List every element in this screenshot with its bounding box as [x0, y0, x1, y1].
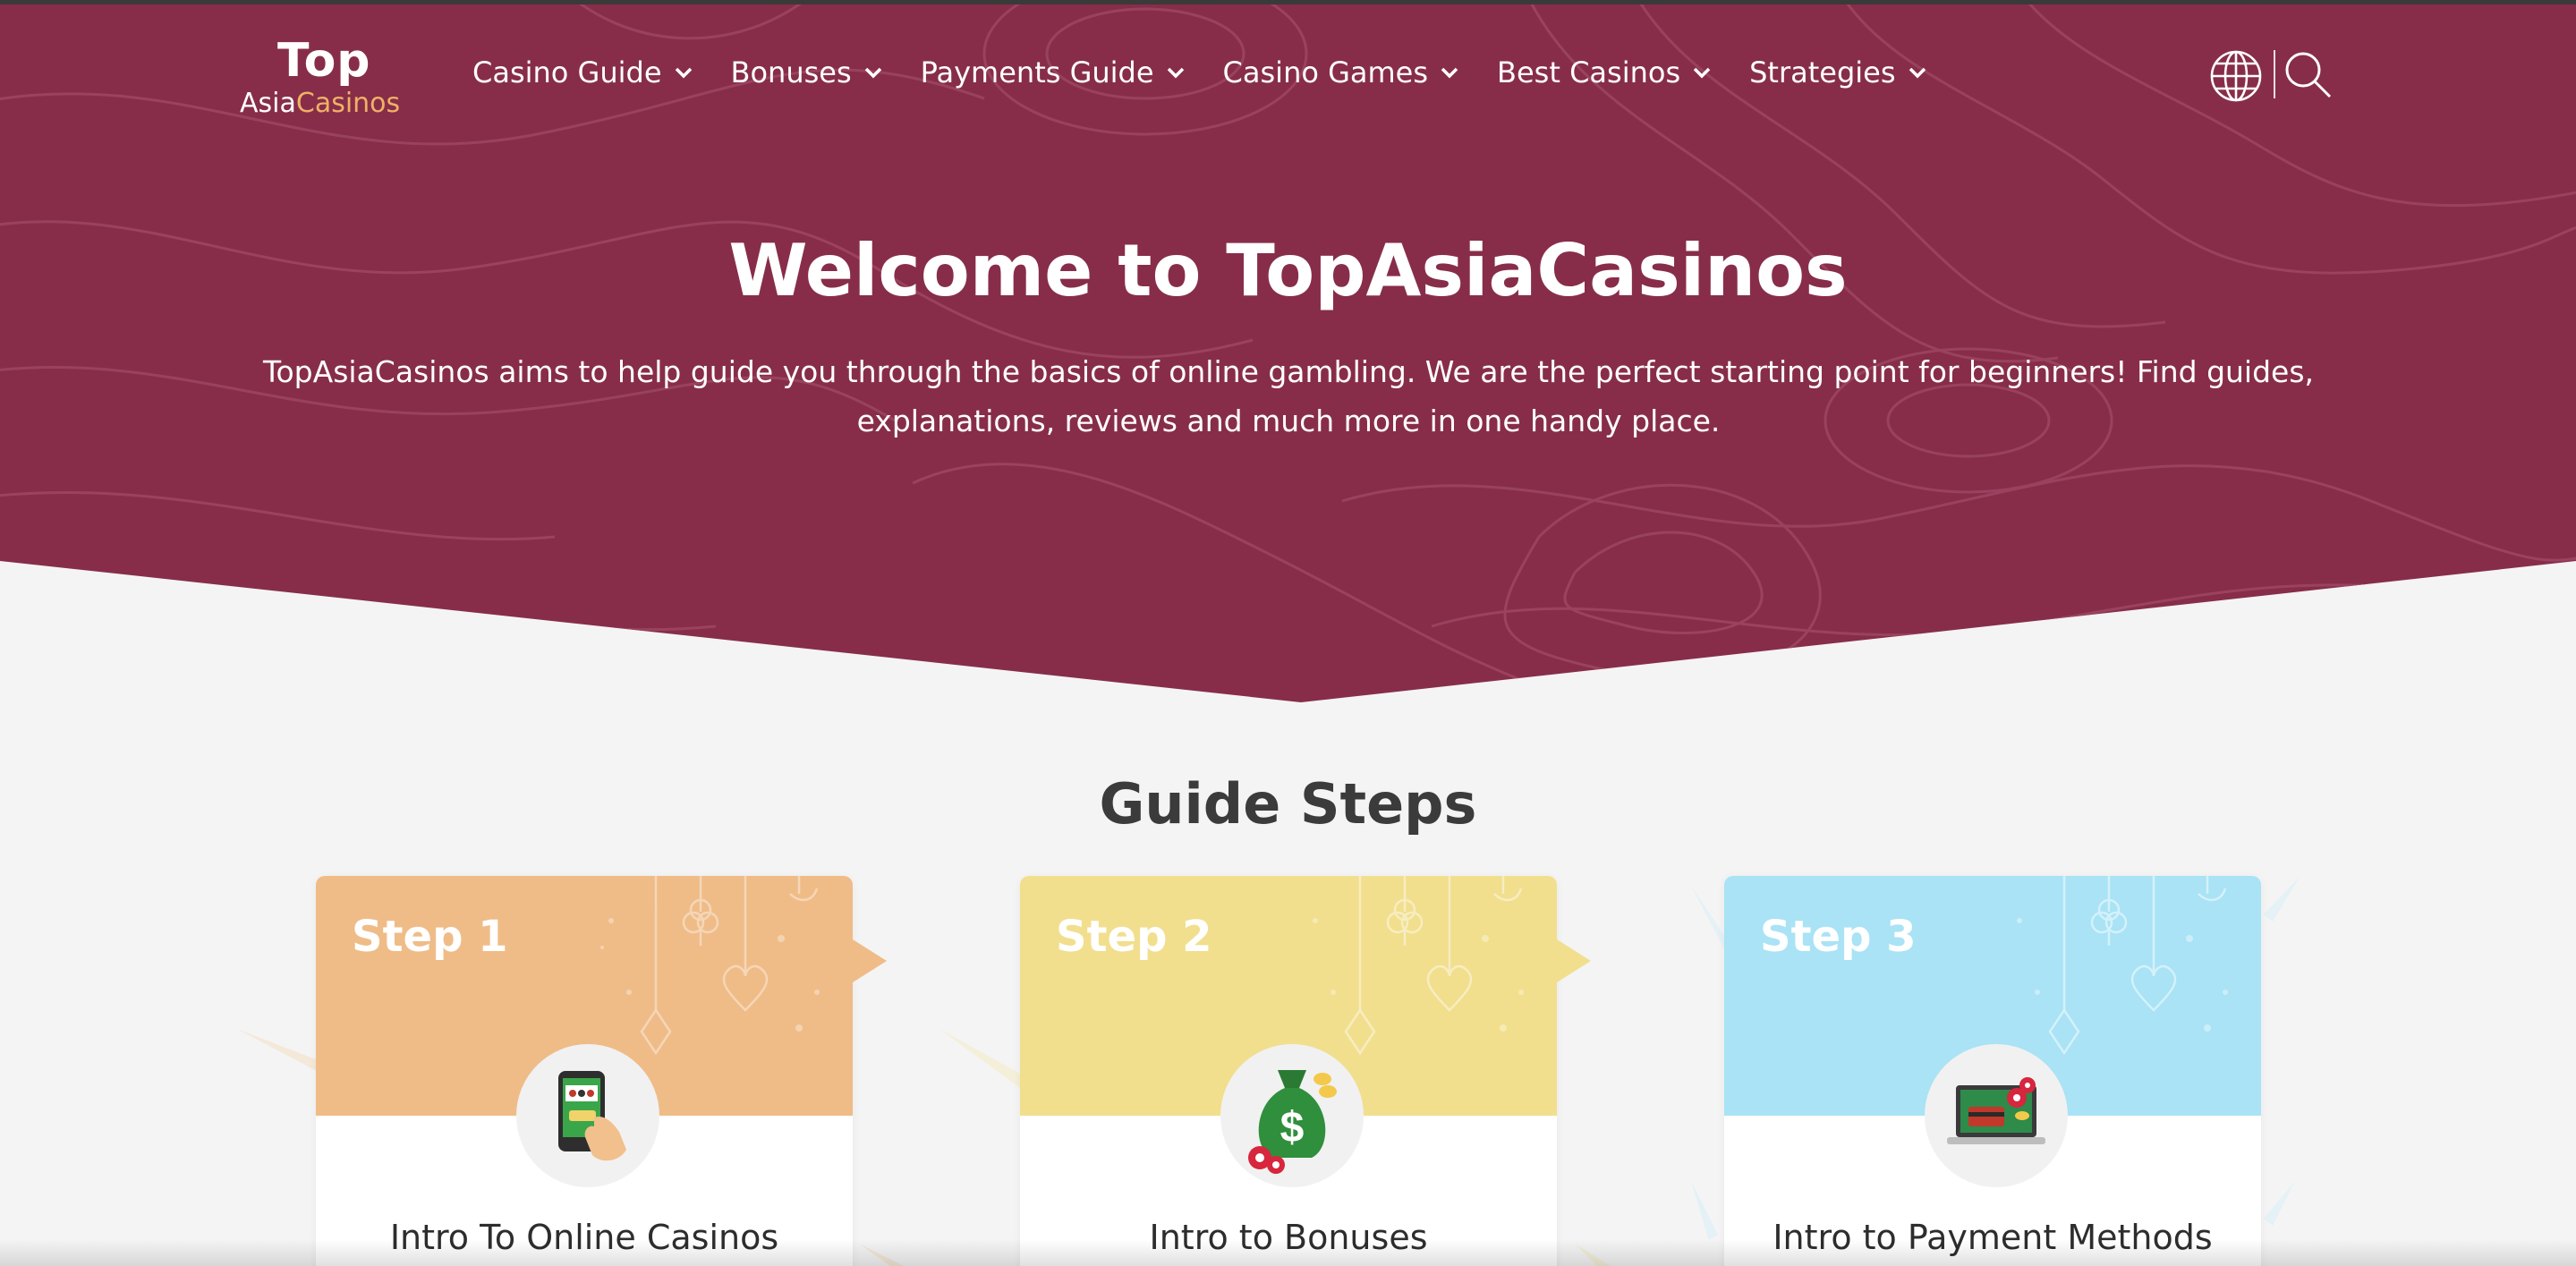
guide-step-card[interactable]: Step 2 $ Intro to Bonuses: [1020, 876, 1591, 1266]
guide-steps-title: Guide Steps: [1099, 771, 1477, 837]
nav-strategies[interactable]: Strategies: [1749, 55, 1926, 89]
logo-word-bottom: AsiaCasinos: [240, 88, 400, 119]
bottom-shadow: [0, 1239, 2576, 1266]
nav-best-casinos[interactable]: Best Casinos: [1497, 55, 1711, 89]
chevron-down-icon: [1167, 67, 1184, 79]
nav-bonuses[interactable]: Bonuses: [731, 55, 882, 89]
guide-step-card[interactable]: Step 1 Intro To Online Casinos: [316, 876, 887, 1266]
site-logo[interactable]: Top AsiaCasinos: [240, 34, 403, 123]
money-bag-icon: $: [1248, 1070, 1337, 1174]
step-label: Step 2: [1056, 912, 1212, 962]
chevron-down-icon: [1441, 67, 1458, 79]
nav-casino-games[interactable]: Casino Games: [1223, 55, 1458, 89]
window-top-border: [0, 0, 2576, 4]
chevron-down-icon: [1693, 67, 1711, 79]
chevron-down-icon: [1909, 67, 1926, 79]
laptop-card-icon: [1947, 1077, 2045, 1144]
nav-label: Strategies: [1749, 55, 1896, 89]
icon-badge: $: [1220, 1044, 1364, 1187]
nav-label: Casino Games: [1222, 55, 1429, 89]
nav-label: Casino Guide: [472, 55, 662, 89]
guide-step-card[interactable]: Step 3 Intro to Payment Methods: [1724, 876, 2261, 1266]
hero-description: TopAsiaCasinos aims to help guide you th…: [262, 354, 2315, 438]
chevron-down-icon: [675, 67, 692, 79]
card-arrow: [853, 939, 887, 982]
nav-label: Bonuses: [730, 55, 852, 89]
search-icon[interactable]: [2283, 50, 2334, 100]
main-nav: Casino Guide Bonuses Payments Guide Casi…: [472, 55, 1965, 89]
header-divider: [2274, 50, 2275, 98]
step-label: Step 3: [1760, 912, 1917, 962]
globe-icon[interactable]: [2208, 48, 2264, 104]
card-arrow: [1557, 939, 1591, 982]
nav-casino-guide[interactable]: Casino Guide: [472, 55, 693, 89]
icon-badge: [516, 1044, 659, 1187]
logo-word-asia: Asia: [240, 88, 296, 119]
nav-label: Best Casinos: [1497, 55, 1681, 89]
hero-title: Welcome to TopAsiaCasinos: [728, 229, 1848, 312]
site-header: Top AsiaCasinos Casino Guide Bonuses Pay…: [0, 0, 2576, 152]
nav-label: Payments Guide: [920, 55, 1154, 89]
logo-word-top: Top: [277, 34, 371, 88]
step-label: Step 1: [352, 912, 508, 962]
svg-text:$: $: [1280, 1104, 1305, 1151]
chevron-down-icon: [864, 67, 881, 79]
nav-payments-guide[interactable]: Payments Guide: [921, 55, 1185, 89]
slot-phone-icon: [558, 1071, 626, 1161]
icon-badge: [1925, 1044, 2068, 1187]
logo-word-casinos: Casinos: [295, 88, 401, 119]
